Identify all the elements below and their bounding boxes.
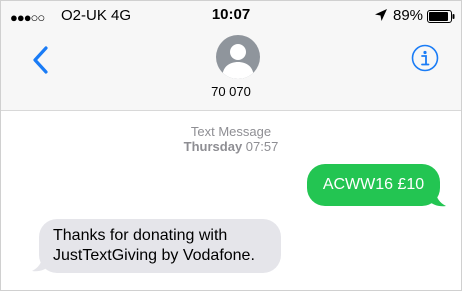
message-day: Thursday [183,139,243,154]
location-arrow-icon [375,9,387,21]
message-time: 07:57 [245,139,279,154]
message-timestamp: Thursday 07:57 [1,139,461,154]
message-type-label: Text Message [190,124,272,139]
contact-avatar[interactable] [216,35,260,79]
incoming-message[interactable]: Thanks for donating with JustTextGiving … [39,219,281,273]
status-time: 10:07 [211,6,251,23]
outgoing-message[interactable]: ACWW16 £10 [307,164,440,206]
battery-percent: 89% [393,7,424,24]
message-list: Text Message Thursday 07:57 ACWW16 £10 T… [1,112,461,290]
contact-name[interactable]: 70 070 [1,84,461,99]
person-icon [222,44,254,79]
battery-icon [427,10,455,23]
conversation-header: 70 070 [1,31,461,111]
phone-screen: ●●●○○ O2-UK 4G 10:07 89% 70 070 Text Mes… [0,0,462,291]
status-bar: ●●●○○ O2-UK 4G 10:07 89% [1,1,461,31]
chevron-left-icon[interactable] [31,45,51,75]
message-meta: Text Message Thursday 07:57 [1,124,461,154]
info-icon[interactable] [411,44,439,72]
